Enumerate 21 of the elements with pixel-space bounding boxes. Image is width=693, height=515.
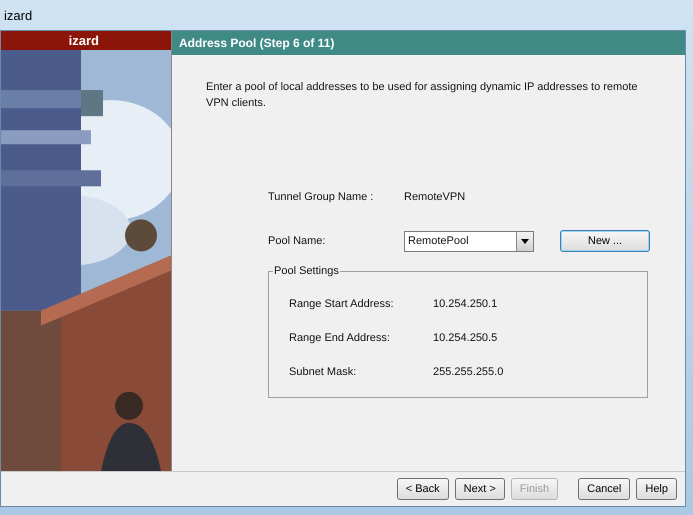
step-description: Enter a pool of local addresses to be used for assigning dynamic IP addresses to remote VPN clients. [206,80,638,111]
group-title: Pool Settings [273,265,340,277]
step-title: Address Pool (Step 6 of 11) [172,31,685,55]
dropdown-arrow-icon [521,238,529,244]
wizard-button[interactable]: Next > [454,478,505,500]
sidebar-title: izard [1,31,171,50]
new-button[interactable]: New ... [560,230,650,252]
window-title: izard [4,8,32,22]
field-value: 255.255.255.0 [433,366,504,378]
field-value: 10.254.250.1 [433,298,498,310]
field-label: Tunnel Group Name : [268,191,374,203]
field-label: Pool Name: [268,235,326,247]
tunnel-group-value: RemoteVPN [404,191,466,203]
wizard-button[interactable]: < Back [396,478,449,500]
pool-name-dropdown[interactable]: RemotePool [404,230,534,252]
field-label: Range Start Address: [289,298,395,310]
wizard-button[interactable]: Help [636,478,677,500]
field-value: 10.254.250.5 [433,332,498,344]
wizard-button[interactable]: Cancel [578,478,630,500]
field-label: Range End Address: [289,332,391,344]
field-label: Subnet Mask: [289,366,358,378]
